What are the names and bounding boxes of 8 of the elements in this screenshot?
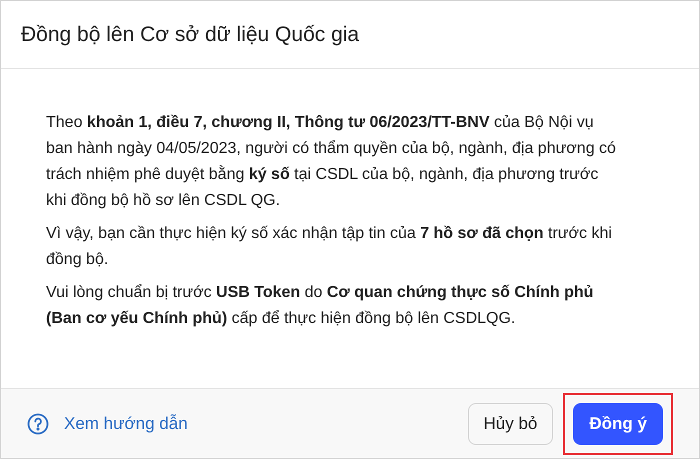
body-paragraph: Theo khoản 1, điều 7, chương II, Thông tư 06/2023/TT-BNV của Bộ Nội vụ ban hành ngày 04/05/2023, người có thẩm quyền của bộ, ngành, địa phương có trách nhiệm phê duyệt bằng ký số tại CSDL của bộ, ngành, địa phương trước khi đồng bộ hồ sơ lên CSDL QG. — [46, 113, 617, 211]
body-paragraph: Vì vậy, bạn cần thực hiện ký số xác nhận tập tin của 7 hồ sơ đã chọn trước khi đồng bộ. — [46, 224, 613, 270]
help-icon — [27, 412, 49, 434]
confirm-button[interactable]: Đồng ý — [573, 402, 663, 444]
body-paragraph: Vui lòng chuẩn bị trước USB Token do Cơ quan chứng thực số Chính phủ (Ban cơ yếu Chính phủ) cấp để thực hiện đồng bộ lên CSDLQG. — [46, 283, 594, 329]
help-link[interactable]: Xem hướng dẫn — [27, 410, 188, 436]
cancel-button[interactable]: Hủy bỏ — [468, 402, 554, 444]
dialog-title: Đồng bộ lên Cơ sở dữ liệu Quốc gia — [21, 22, 360, 48]
